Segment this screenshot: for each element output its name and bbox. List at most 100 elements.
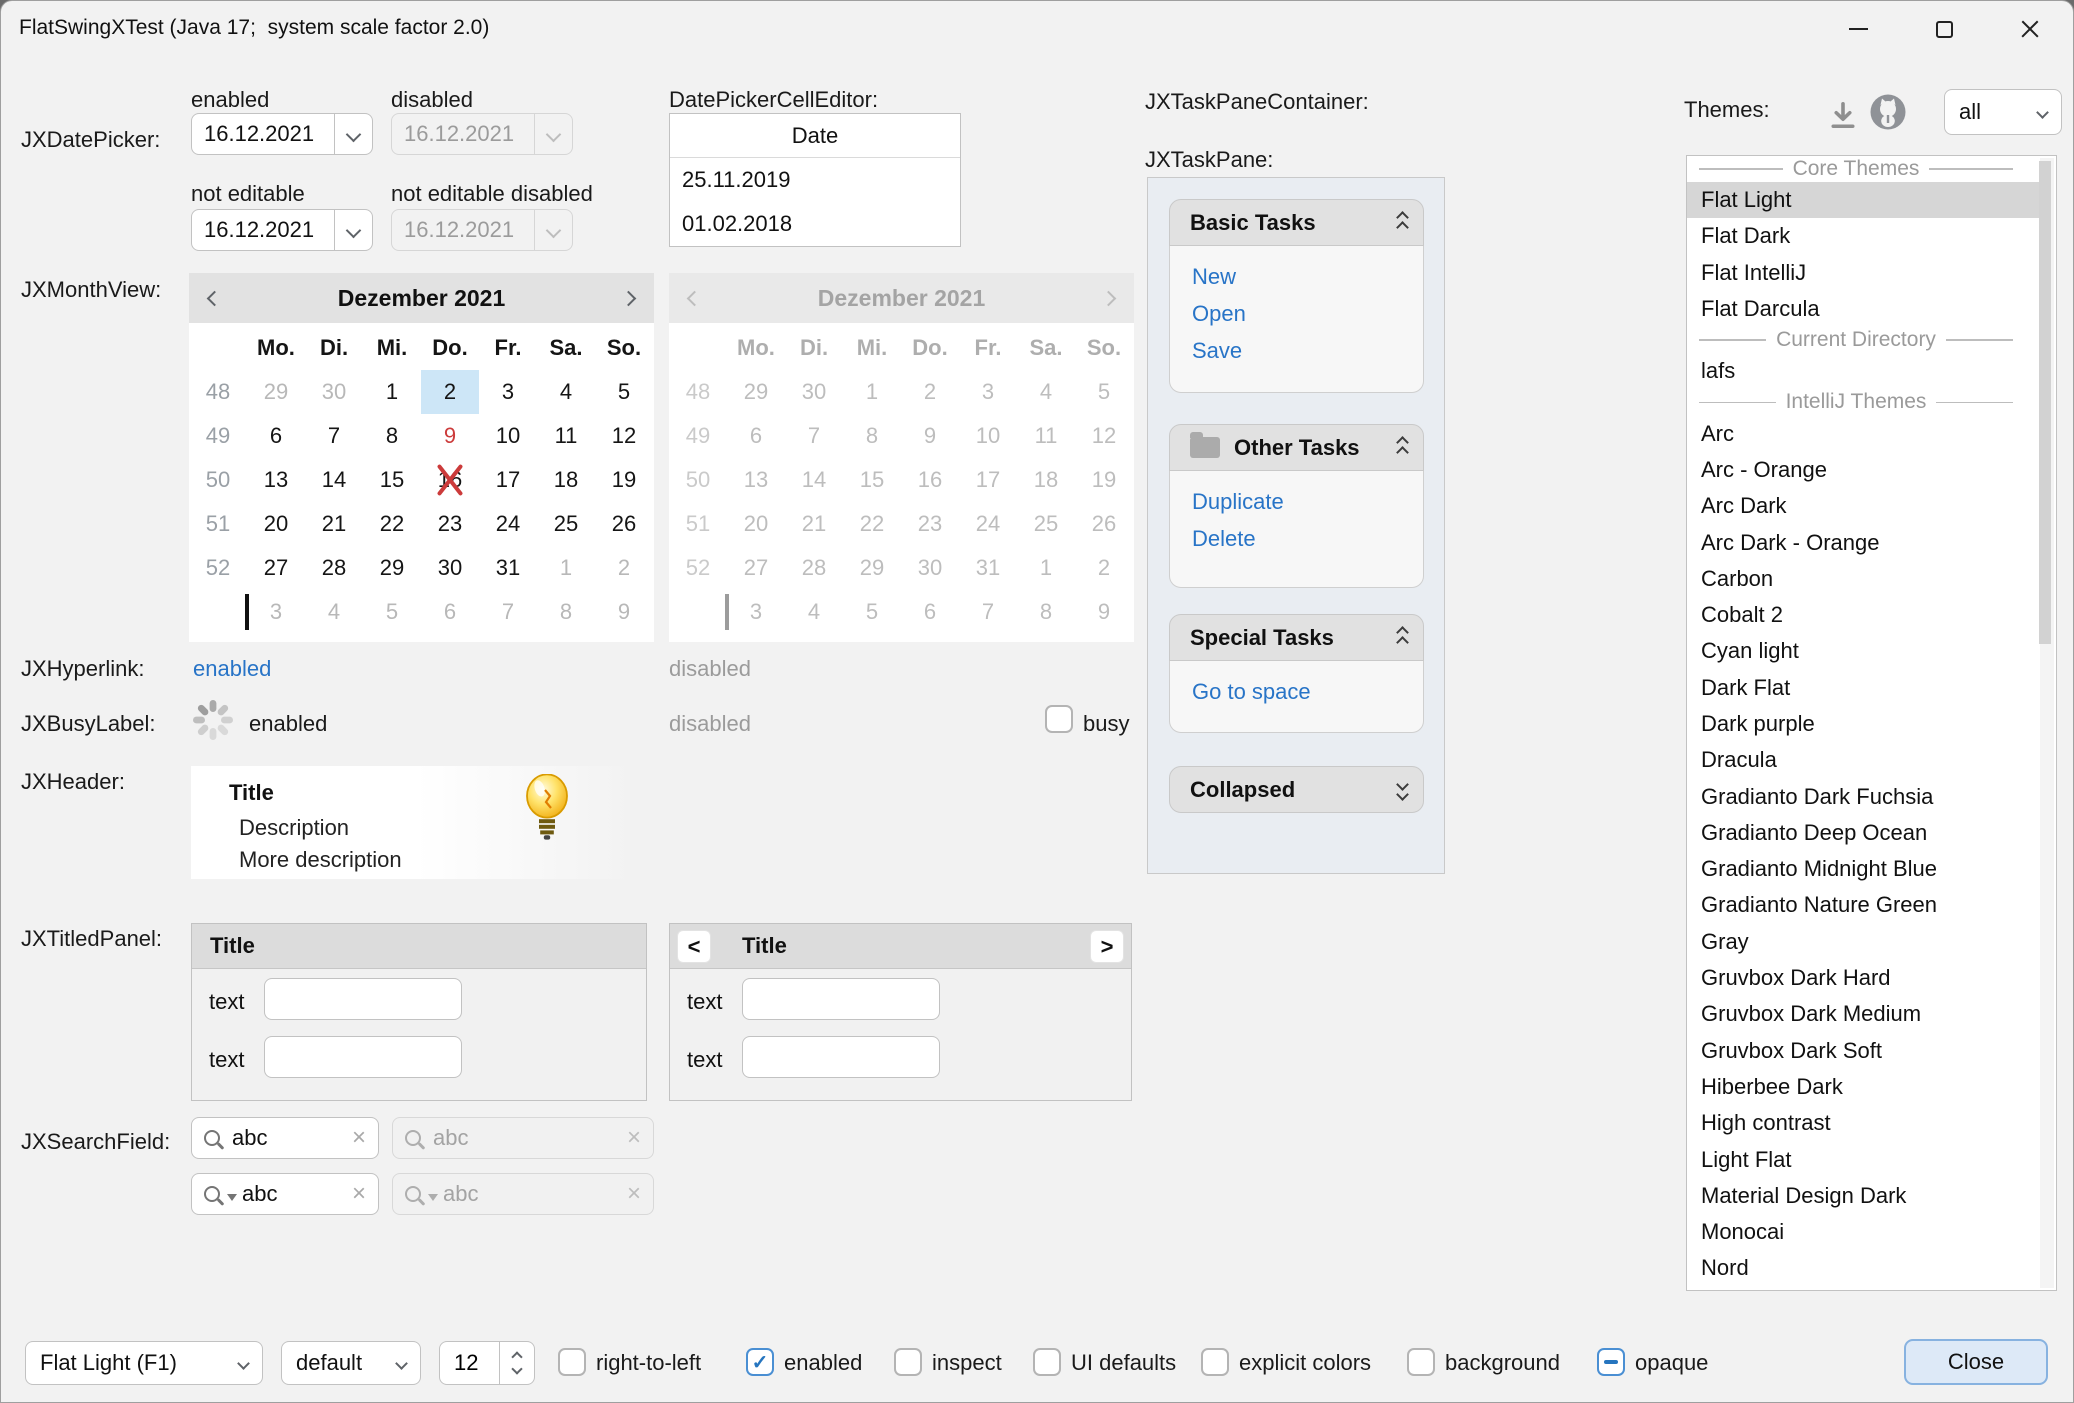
theme-list-item[interactable]: Hiberbee Dark [1687,1069,2039,1105]
theme-list-item[interactable]: Monocai [1687,1214,2039,1250]
checkbox-enabled[interactable]: ✓ [746,1348,774,1376]
datepicker-not-editable[interactable]: 16.12.2021 [191,209,373,251]
theme-list-item[interactable]: lafs [1687,353,2039,389]
calendar-day-cell[interactable]: 29 [247,370,305,414]
expand-icon[interactable] [1398,780,1407,799]
clear-icon[interactable]: × [352,1182,366,1206]
theme-list-item[interactable]: Flat Darcula [1687,291,2039,327]
close-button[interactable]: Close [1904,1339,2048,1385]
taskpane-link[interactable]: Go to space [1192,679,1423,716]
theme-list-item[interactable]: Gradianto Midnight Blue [1687,851,2039,887]
laf-combo[interactable]: Flat Light (F1) [25,1341,263,1385]
search-input-value[interactable]: abc [232,1125,352,1151]
date-table[interactable]: Date 25.11.2019 01.02.2018 [669,113,961,247]
search-field-enabled[interactable]: abc × [191,1117,379,1159]
taskpane-link[interactable]: Duplicate [1192,489,1423,526]
collapse-icon[interactable] [1398,213,1407,232]
theme-list-item[interactable]: Dark purple [1687,706,2039,742]
font-combo[interactable]: default [281,1341,421,1385]
calendar-day-cell[interactable]: 27 [247,546,305,590]
calendar-day-cell[interactable]: 20 [247,502,305,546]
calendar-day-cell[interactable]: 18 [537,458,595,502]
date-table-header[interactable]: Date [670,114,960,158]
calendar-day-cell[interactable]: 2 [595,546,653,590]
checkbox-label[interactable]: inspect [932,1350,1002,1376]
scrollbar-thumb[interactable] [2039,161,2051,644]
theme-list-item[interactable]: Gradianto Dark Fuchsia [1687,778,2039,814]
calendar-day-cell[interactable]: 26 [595,502,653,546]
calendar-day-cell[interactable]: 5 [595,370,653,414]
theme-list-item[interactable]: Material Design Dark [1687,1178,2039,1214]
close-window-button[interactable] [1987,1,2073,57]
calendar-day-cell[interactable]: 29 [363,546,421,590]
theme-list-item[interactable]: Arc [1687,415,2039,451]
calendar-day-cell[interactable]: 21 [305,502,363,546]
calendar-day-cell[interactable]: 8 [363,414,421,458]
font-size-spinner[interactable]: 12 [439,1341,535,1385]
calendar-day-cell[interactable]: 2 [421,370,479,414]
calendar-day-cell[interactable]: 22 [363,502,421,546]
taskpane-header[interactable]: Collapsed [1169,766,1424,813]
font-size-value[interactable]: 12 [440,1342,499,1384]
calendar-day-cell[interactable]: 13 [247,458,305,502]
collapse-icon[interactable] [1398,438,1407,457]
taskpane-header[interactable]: Other Tasks [1169,424,1424,471]
search-menu-caret-icon[interactable] [227,1194,237,1206]
search-input-value[interactable]: abc [242,1181,352,1207]
taskpane-header[interactable]: Special Tasks [1169,614,1424,661]
scrollbar-track[interactable] [2040,158,2054,1288]
calendar-day-cell[interactable]: 4 [305,590,363,634]
calendar-day-cell[interactable]: 15 [363,458,421,502]
busy-checkbox-label[interactable]: busy [1083,711,1129,737]
calendar-day-cell[interactable]: 1 [363,370,421,414]
calendar-day-cell[interactable]: 14 [305,458,363,502]
theme-list-item[interactable]: Nord [1687,1250,2039,1286]
calendar-day-cell[interactable]: 7 [479,590,537,634]
theme-list-item[interactable]: Dracula [1687,742,2039,778]
theme-list-item[interactable]: Gray [1687,924,2039,960]
checkbox-explicit-colors[interactable] [1201,1348,1229,1376]
theme-list-item[interactable]: Arc - Orange [1687,452,2039,488]
calendar-day-cell[interactable]: 23 [421,502,479,546]
datepicker-dropdown-button[interactable] [334,114,372,154]
collapse-icon[interactable] [1398,628,1407,647]
spinner-down-icon[interactable] [511,1363,522,1374]
calendar-day-cell[interactable]: 31 [479,546,537,590]
checkbox-right-to-left[interactable] [558,1348,586,1376]
theme-list-item[interactable]: Flat IntelliJ [1687,255,2039,291]
calendar-day-cell[interactable]: 28 [305,546,363,590]
theme-list-item[interactable]: Arc Dark [1687,488,2039,524]
calendar-day-cell[interactable]: 11 [537,414,595,458]
busy-checkbox[interactable] [1045,705,1073,733]
checkbox-opaque[interactable] [1597,1348,1625,1376]
text-input[interactable] [742,1036,940,1078]
datepicker-dropdown-button[interactable] [334,210,372,250]
datepicker-enabled[interactable]: 16.12.2021 [191,113,373,155]
search-field-with-menu[interactable]: abc × [191,1173,379,1215]
text-input[interactable] [742,978,940,1020]
text-input[interactable] [264,1036,462,1078]
calendar-day-cell[interactable]: 9 [595,590,653,634]
taskpane-link[interactable]: New [1192,264,1423,301]
calendar-day-cell[interactable]: 30 [305,370,363,414]
theme-list-item[interactable]: Gruvbox Dark Hard [1687,960,2039,996]
calendar-day-cell[interactable]: 1 [537,546,595,590]
checkbox-inspect[interactable] [894,1348,922,1376]
checkbox-background[interactable] [1407,1348,1435,1376]
theme-list-item[interactable]: Gradianto Deep Ocean [1687,815,2039,851]
spinner-buttons[interactable] [499,1342,534,1384]
minimize-button[interactable] [1815,1,1901,57]
maximize-button[interactable] [1901,1,1987,57]
theme-list-item[interactable]: Flat Light [1687,182,2039,218]
clear-icon[interactable]: × [352,1126,366,1150]
calendar-day-cell[interactable]: 17 [479,458,537,502]
theme-list-item[interactable]: Gradianto Nature Green [1687,887,2039,923]
themes-filter-combo[interactable]: all [1944,89,2062,135]
theme-list-item[interactable]: Gruvbox Dark Medium [1687,996,2039,1032]
theme-list-item[interactable]: Cobalt 2 [1687,597,2039,633]
calendar-day-cell[interactable]: 7 [305,414,363,458]
theme-list-item[interactable]: Flat Dark [1687,218,2039,254]
spinner-up-icon[interactable] [511,1351,522,1362]
checkbox-label[interactable]: UI defaults [1071,1350,1176,1376]
taskpane-link[interactable]: Save [1192,338,1423,375]
